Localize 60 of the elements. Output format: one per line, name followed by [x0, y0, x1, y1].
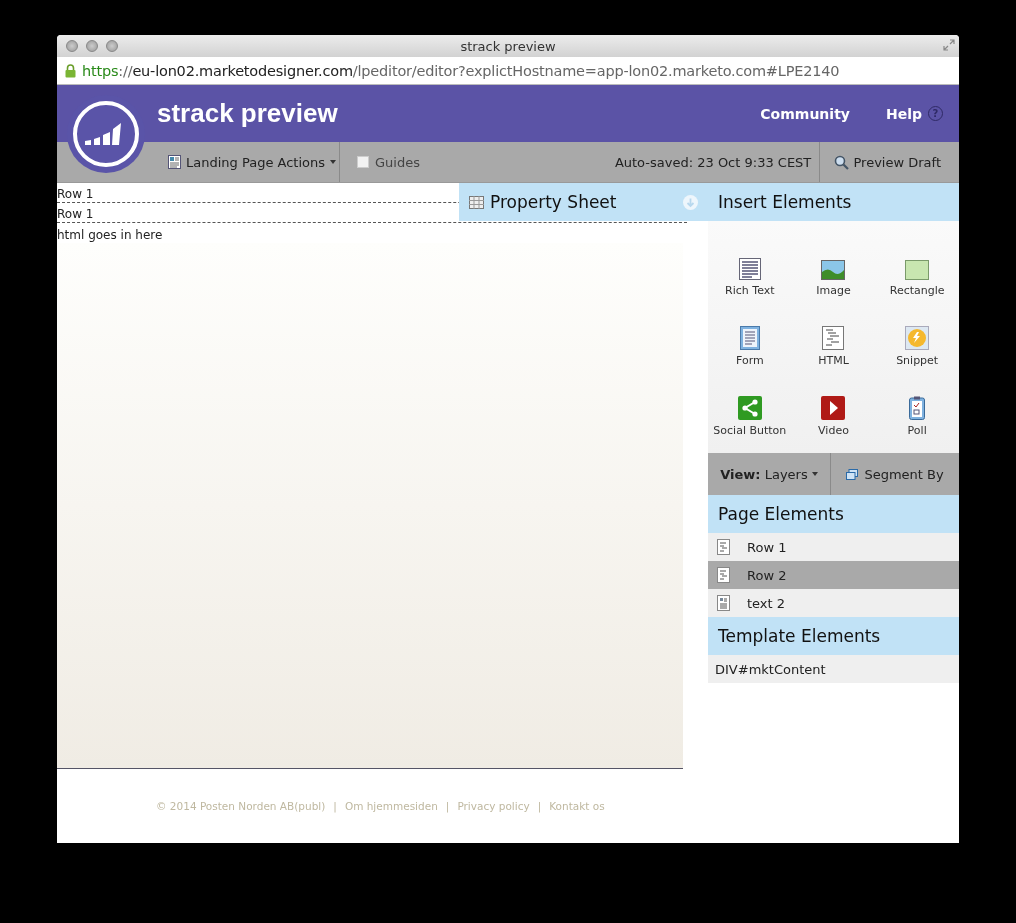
page-actions-icon: [168, 155, 181, 169]
guides-checkbox[interactable]: [357, 156, 369, 168]
text-block-icon: [738, 258, 761, 280]
page-element-item[interactable]: Row 1: [708, 533, 959, 561]
property-sheet-header[interactable]: Property Sheet: [459, 183, 708, 221]
window-title: strack preview: [460, 38, 556, 54]
caret-icon: [811, 472, 818, 476]
segment-icon: [846, 468, 859, 480]
landscape-icon: [821, 260, 846, 280]
footer-separator: |: [537, 800, 542, 812]
insert-element-button[interactable]: Rich Text: [708, 231, 792, 301]
caret-icon: [330, 160, 337, 164]
address-field[interactable]: https://eu-lon02.marketodesigner.com/lpeditor/editor?explictHostname=app-lon02.marketo.com#LPE2140: [82, 62, 840, 79]
template-element-item[interactable]: DIV#mktContent: [708, 655, 959, 683]
insert-element-button[interactable]: Social Button: [708, 371, 792, 441]
page-title: strack preview: [157, 98, 338, 129]
zoom-button[interactable]: [106, 40, 118, 52]
landing-page-actions-menu[interactable]: Landing Page Actions: [186, 154, 326, 170]
community-link[interactable]: Community: [760, 105, 850, 122]
segment-by-button[interactable]: Segment By: [864, 466, 944, 482]
play-icon: [821, 396, 846, 420]
section-title: Page Elements: [718, 504, 844, 524]
minimize-button[interactable]: [86, 40, 98, 52]
share-icon: [737, 396, 762, 420]
footer-separator: |: [445, 800, 450, 812]
code-page-icon: [822, 326, 845, 350]
insert-element-button[interactable]: Rectangle: [875, 231, 959, 301]
insert-element-button[interactable]: Form: [708, 301, 792, 371]
insert-element-button[interactable]: Video: [791, 371, 876, 441]
form-icon: [739, 326, 760, 350]
grid-icon: [469, 195, 484, 209]
section-title: Insert Elements: [718, 192, 852, 212]
page-element-item[interactable]: text 2: [708, 589, 959, 617]
row-label: Row 1: [57, 187, 94, 201]
preview-draft-button[interactable]: Preview Draft: [853, 154, 941, 170]
insert-element-button[interactable]: Snippet: [875, 301, 959, 371]
rectangle-icon: [905, 260, 930, 280]
clipboard-icon: [909, 396, 926, 420]
copyright-text: © 2014 Posten Norden AB(publ): [156, 800, 326, 812]
insert-element-button[interactable]: Poll: [875, 371, 959, 441]
autosave-status: Auto-saved: 23 Oct 9:33 CEST: [614, 154, 813, 170]
insert-element-button[interactable]: Image: [791, 231, 876, 301]
guides-label: Guides: [375, 154, 420, 170]
row-icon: [717, 567, 730, 583]
property-sheet-title: Property Sheet: [490, 192, 617, 212]
help-link[interactable]: Help: [885, 105, 922, 122]
html-text: html goes in here: [57, 228, 163, 242]
footer-separator: |: [333, 800, 337, 812]
collapse-icon[interactable]: [683, 194, 698, 210]
close-button[interactable]: [66, 40, 78, 52]
fullscreen-icon[interactable]: [943, 39, 955, 51]
page-element-item[interactable]: Row 2: [708, 561, 959, 589]
row-icon: [717, 539, 730, 555]
row-label: Row 1: [57, 207, 94, 221]
view-layers-menu[interactable]: View: Layers: [720, 466, 808, 482]
lock-icon: [65, 63, 76, 78]
section-title: Template Elements: [718, 626, 881, 646]
insert-element-button[interactable]: HTML: [791, 301, 876, 371]
text-block-icon: [717, 595, 730, 611]
search-icon: [834, 154, 850, 170]
